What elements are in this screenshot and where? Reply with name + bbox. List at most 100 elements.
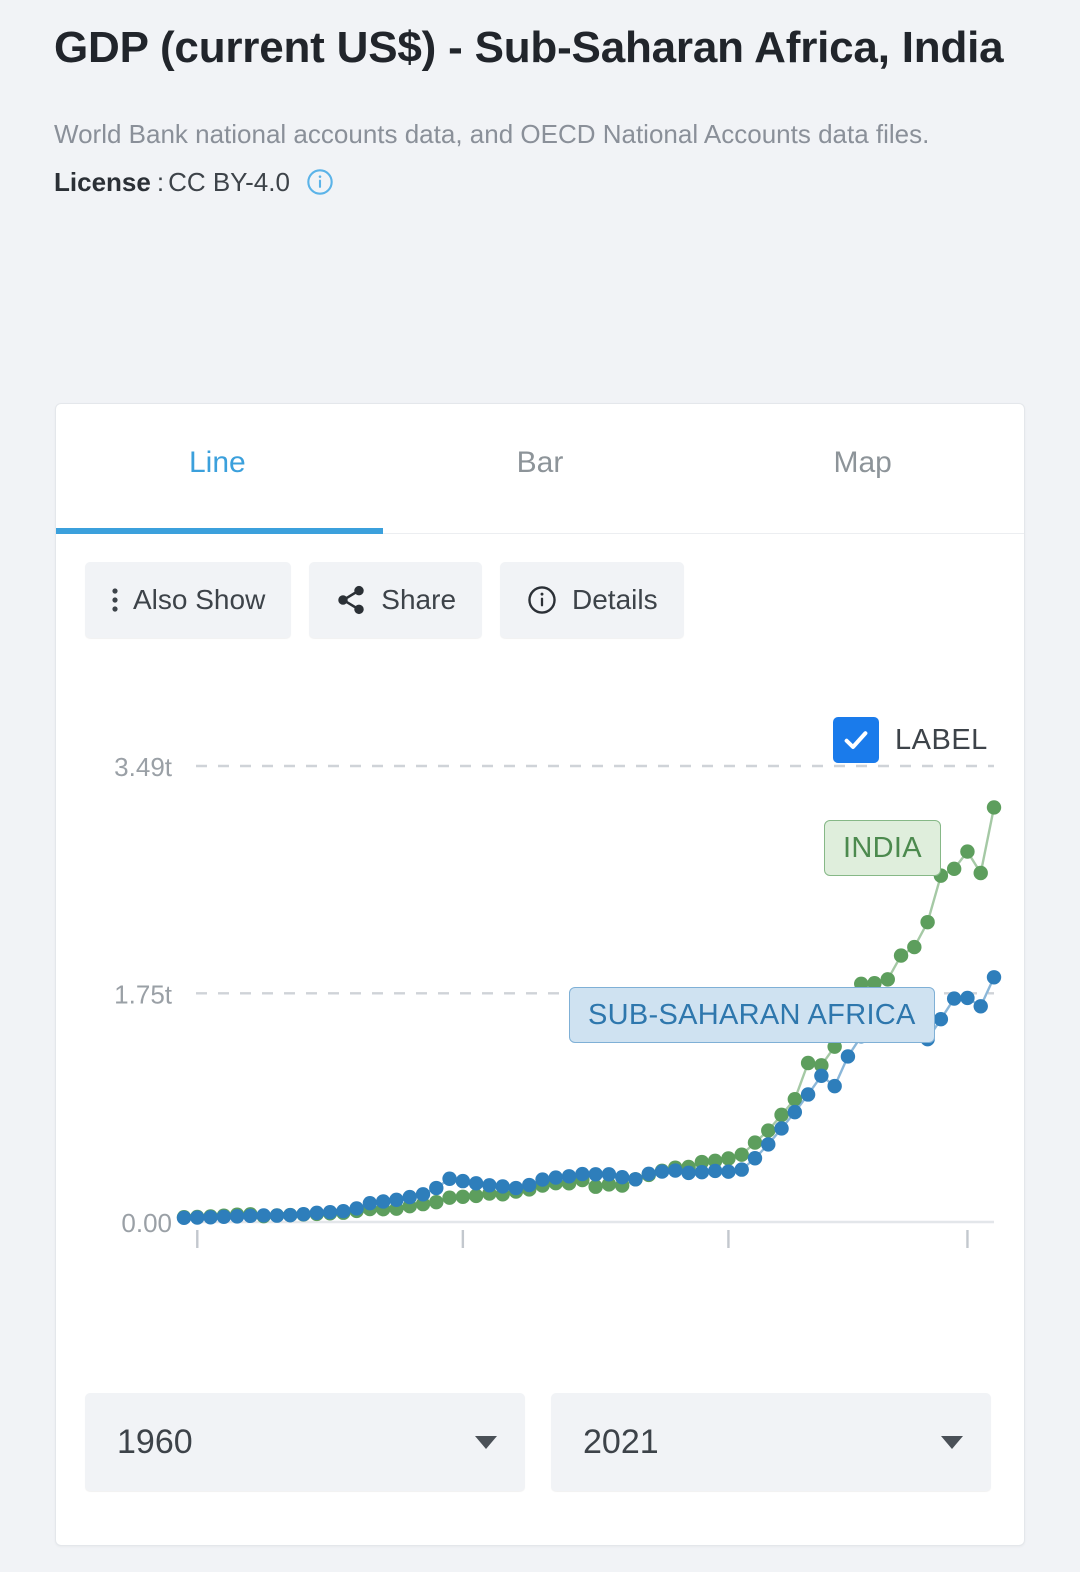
data-point[interactable] [681,1165,696,1181]
data-point[interactable] [960,844,975,859]
data-point[interactable] [973,999,988,1014]
data-point[interactable] [986,970,1002,985]
license-label: License [54,166,151,197]
data-point[interactable] [946,861,962,877]
data-point[interactable] [283,1208,298,1223]
data-point[interactable] [601,1167,617,1182]
series-label-sub-saharan-africa[interactable]: SUB-SAHARAN AFRICA [569,987,935,1043]
data-point[interactable] [575,1166,590,1182]
data-point[interactable] [973,865,988,881]
check-icon [844,731,868,749]
data-point[interactable] [893,948,909,963]
page-title: GDP (current US$) - Sub-Saharan Africa, … [54,23,1004,72]
data-point[interactable] [415,1187,431,1202]
data-point[interactable] [442,1171,457,1186]
tab-map[interactable]: Map [701,404,1024,533]
data-point[interactable] [482,1178,497,1193]
data-point[interactable] [761,1137,776,1152]
data-point[interactable] [455,1189,471,1204]
data-point[interactable] [375,1194,391,1209]
chart-card: Line Bar Map Also Show Share Details 0.0… [55,403,1025,1546]
info-icon[interactable] [306,168,334,196]
data-point[interactable] [522,1177,537,1193]
data-point[interactable] [468,1176,484,1191]
data-point[interactable] [508,1180,524,1196]
data-point[interactable] [322,1205,338,1220]
data-point[interactable] [694,1165,710,1180]
data-point[interactable] [402,1189,417,1205]
chevron-down-icon [475,1435,497,1449]
data-point[interactable] [721,1151,736,1166]
data-point[interactable] [216,1209,232,1224]
data-point[interactable] [787,1104,803,1120]
data-point[interactable] [774,1107,789,1123]
details-label: Details [572,584,658,615]
data-point[interactable] [455,1173,471,1189]
series-label-india[interactable]: INDIA [824,820,941,876]
data-point[interactable] [614,1169,630,1185]
data-point[interactable] [734,1162,749,1177]
data-point[interactable] [721,1164,736,1179]
also-show-button[interactable]: Also Show [85,562,292,638]
end-year-select[interactable]: 2021 [551,1393,991,1491]
data-point[interactable] [814,1068,829,1083]
data-point[interactable] [269,1208,285,1223]
data-point[interactable] [256,1208,271,1223]
y-axis-tick-label: 3.49t [114,752,173,782]
data-point[interactable] [176,1210,192,1226]
label-checkbox[interactable] [833,717,879,763]
data-point[interactable] [907,939,922,955]
data-point[interactable] [774,1121,789,1136]
data-point[interactable] [654,1164,670,1179]
data-point[interactable] [190,1210,205,1225]
data-point[interactable] [628,1172,643,1187]
data-point[interactable] [548,1170,564,1185]
data-point[interactable] [840,1049,856,1064]
data-point[interactable] [309,1205,324,1221]
data-point[interactable] [429,1194,444,1210]
data-point[interactable] [641,1166,656,1181]
data-point[interactable] [668,1163,683,1178]
share-button[interactable]: Share [309,562,483,638]
y-axis-tick-label: 1.75t [114,979,173,1009]
data-point[interactable] [442,1190,457,1205]
data-point[interactable] [561,1169,577,1184]
data-point[interactable] [429,1180,444,1196]
data-point[interactable] [495,1179,510,1194]
data-point[interactable] [707,1163,723,1179]
data-point[interactable] [535,1172,550,1187]
license-separator: : [156,166,165,197]
data-point[interactable] [588,1167,603,1182]
data-point[interactable] [468,1188,484,1204]
chevron-down-icon [941,1435,963,1449]
data-point[interactable] [747,1135,763,1150]
data-point[interactable] [946,991,962,1006]
details-button[interactable]: Details [500,562,684,638]
data-point[interactable] [362,1195,378,1211]
data-point[interactable] [243,1208,258,1224]
data-point[interactable] [986,800,1002,815]
data-point[interactable] [349,1201,364,1216]
data-point[interactable] [880,972,895,987]
license-value: CC BY-4.0 [168,166,290,197]
label-checkbox-group[interactable]: LABEL [833,717,988,763]
data-point[interactable] [800,1087,816,1102]
chart-type-tabs: Line Bar Map [56,404,1024,534]
data-point[interactable] [734,1147,749,1162]
data-point[interactable] [229,1209,245,1224]
data-point[interactable] [747,1151,763,1166]
data-point[interactable] [203,1210,218,1225]
data-point[interactable] [588,1179,603,1194]
start-year-select[interactable]: 1960 [85,1393,525,1491]
data-point[interactable] [933,1012,949,1027]
data-point[interactable] [336,1203,351,1219]
data-point[interactable] [296,1206,311,1222]
data-point[interactable] [389,1192,404,1207]
data-point[interactable] [800,1055,816,1071]
data-point[interactable] [827,1078,842,1094]
data-point[interactable] [960,990,975,1006]
tab-bar[interactable]: Bar [379,404,702,533]
data-point[interactable] [761,1123,776,1138]
tab-line[interactable]: Line [56,404,379,533]
data-point[interactable] [920,914,935,930]
